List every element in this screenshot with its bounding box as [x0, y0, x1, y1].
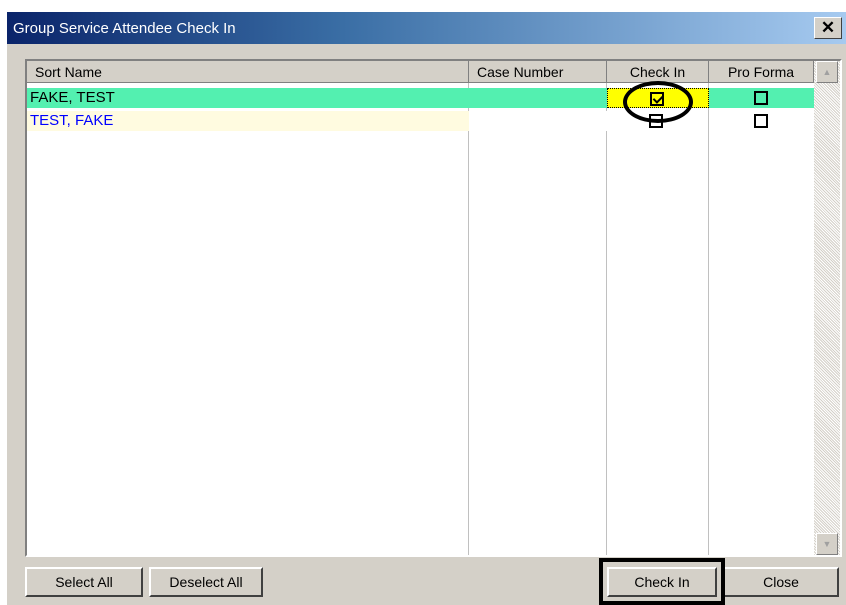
pro-forma-checkbox[interactable]: [754, 91, 768, 105]
check-in-checkbox[interactable]: [649, 114, 663, 128]
column-header-case-number[interactable]: Case Number: [469, 61, 607, 83]
pro-forma-checkbox[interactable]: [754, 114, 768, 128]
check-in-checkbox[interactable]: [650, 92, 664, 106]
pro-forma-cell[interactable]: [709, 88, 814, 108]
check-in-cell[interactable]: [607, 111, 709, 131]
table-row[interactable]: FAKE, TEST: [27, 88, 814, 108]
sort-name-cell[interactable]: TEST, FAKE: [27, 111, 469, 131]
select-all-button[interactable]: Select All: [25, 567, 143, 597]
close-icon: ✕: [820, 18, 836, 37]
grid-header: Sort Name Case Number Check In Pro Forma: [27, 61, 840, 83]
column-divider: [606, 83, 607, 555]
attendee-grid[interactable]: Sort Name Case Number Check In Pro Forma…: [25, 59, 842, 557]
title-bar[interactable]: Group Service Attendee Check In ✕: [7, 12, 846, 44]
arrow-down-icon: ▼: [822, 539, 832, 549]
column-header-check-in[interactable]: Check In: [607, 61, 709, 83]
case-number-cell[interactable]: [469, 88, 607, 108]
scroll-down-button[interactable]: ▼: [816, 533, 838, 555]
sort-name-cell[interactable]: FAKE, TEST: [27, 88, 469, 108]
close-window-button[interactable]: ✕: [814, 17, 842, 39]
check-in-cell[interactable]: [607, 88, 709, 108]
check-in-button[interactable]: Check In: [607, 567, 717, 597]
vertical-scrollbar[interactable]: ▲ ▼: [814, 61, 840, 555]
case-number-cell[interactable]: [469, 111, 607, 131]
dialog-window: Group Service Attendee Check In ✕ Sort N…: [7, 12, 846, 605]
column-header-sort-name[interactable]: Sort Name: [27, 61, 469, 83]
arrow-up-icon: ▲: [822, 67, 832, 77]
column-divider: [708, 83, 709, 555]
table-row[interactable]: TEST, FAKE: [27, 111, 814, 131]
window-title: Group Service Attendee Check In: [13, 20, 236, 37]
scroll-up-button[interactable]: ▲: [816, 61, 838, 83]
close-button[interactable]: Close: [723, 567, 839, 597]
column-divider: [468, 83, 469, 555]
column-header-pro-forma[interactable]: Pro Forma: [709, 61, 814, 83]
pro-forma-cell[interactable]: [709, 111, 814, 131]
deselect-all-button[interactable]: Deselect All: [149, 567, 263, 597]
